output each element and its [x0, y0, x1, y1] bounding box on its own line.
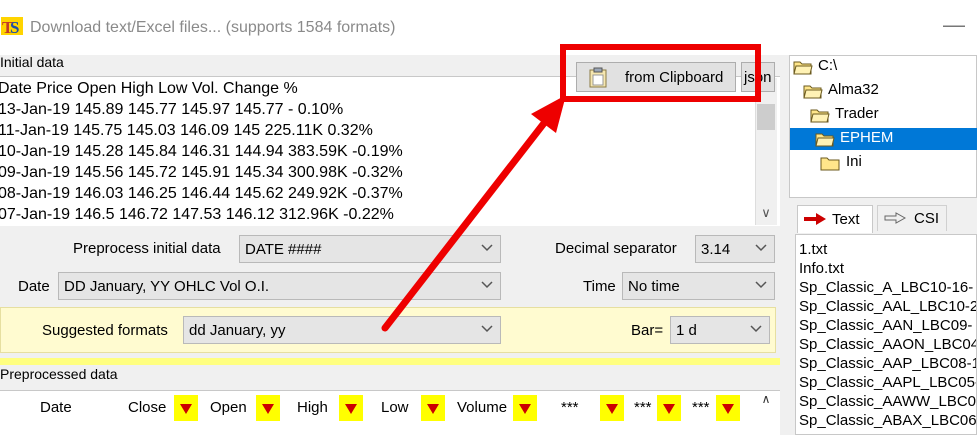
data-line: 11-Jan-19 145.75 145.03 146.09 145 225.1…: [0, 122, 373, 139]
folder-tree[interactable]: [789, 55, 977, 198]
triangle-down-icon: [663, 404, 675, 414]
file-item[interactable]: Info.txt: [799, 260, 844, 277]
file-item[interactable]: Sp_Classic_AAON_LBC04: [799, 336, 976, 353]
column-menu-open[interactable]: [256, 395, 280, 421]
folder-open-icon: [815, 133, 835, 147]
data-line: 10-Jan-19 145.28 145.84 146.31 144.94 38…: [0, 143, 403, 160]
bar-label: Bar=: [631, 322, 664, 339]
bar-period-value: 1 d: [676, 322, 697, 339]
chevron-down-icon: [481, 325, 493, 333]
date-format-value: DD January, YY OHLC Vol O.I.: [64, 278, 270, 295]
data-header-line: Date Price Open High Low Vol. Change %: [0, 80, 298, 97]
suggested-formats-value: dd January, yy: [189, 322, 286, 339]
tree-node-ephem[interactable]: EPHEM: [840, 129, 893, 146]
triangle-down-icon: [722, 404, 734, 414]
tab-text[interactable]: Text: [797, 205, 873, 233]
time-label: Time: [583, 278, 616, 295]
scroll-up-icon[interactable]: ∧: [755, 392, 777, 418]
file-item[interactable]: 1.txt: [799, 241, 827, 258]
app-logo-icon: T S: [1, 17, 23, 37]
suggested-formats-label: Suggested formats: [42, 322, 168, 339]
file-item[interactable]: Sp_Classic_A_LBC10-16-: [799, 279, 973, 296]
folder-open-icon: [793, 61, 813, 75]
arrow-right-icon: [804, 213, 826, 225]
column-header-volume[interactable]: Volume: [457, 399, 507, 416]
column-menu-extra[interactable]: [657, 395, 681, 421]
tree-node-alma32[interactable]: Alma32: [828, 81, 879, 98]
file-item[interactable]: Sp_Classic_AAL_LBC10-2: [799, 298, 976, 315]
triangle-down-icon: [262, 404, 274, 414]
chevron-down-icon: [481, 281, 493, 289]
folder-open-icon: [803, 85, 823, 99]
folder-open-icon: [810, 109, 830, 123]
column-menu-high[interactable]: [339, 395, 363, 421]
minimize-button[interactable]: —: [942, 14, 966, 38]
folder-closed-icon: [820, 157, 840, 171]
data-line: 07-Jan-19 146.5 146.72 147.53 146.12 312…: [0, 206, 394, 223]
decimal-separator-select[interactable]: 3.14: [695, 235, 775, 263]
preprocess-value: DATE ####: [245, 241, 322, 258]
time-value: No time: [628, 278, 680, 295]
chevron-down-icon: [755, 244, 767, 252]
column-menu-low[interactable]: [421, 395, 445, 421]
suggested-formats-select[interactable]: dd January, yy: [183, 316, 501, 344]
file-item[interactable]: Sp_Classic_AAWW_LBC0: [799, 393, 976, 410]
column-header-close[interactable]: Close: [128, 399, 166, 416]
file-item[interactable]: Sp_Classic_AAPL_LBC05-: [799, 374, 976, 391]
data-line: 13-Jan-19 145.89 145.77 145.97 145.77 - …: [0, 101, 344, 118]
chevron-down-icon: [481, 244, 493, 252]
triangle-down-icon: [427, 404, 439, 414]
file-item[interactable]: Sp_Classic_ABAX_LBC06: [799, 412, 976, 429]
data-line: 09-Jan-19 145.56 145.72 145.91 145.34 30…: [0, 164, 403, 181]
triangle-down-icon: [519, 404, 531, 414]
svg-text:S: S: [10, 18, 19, 37]
column-header-low[interactable]: Low: [381, 399, 409, 416]
column-menu-extra[interactable]: [600, 395, 624, 421]
splitter-bar[interactable]: [0, 358, 780, 365]
column-header-high[interactable]: High: [297, 399, 328, 416]
column-header-open[interactable]: Open: [210, 399, 247, 416]
triangle-down-icon: [345, 404, 357, 414]
column-header-extra[interactable]: ***: [634, 399, 652, 416]
bar-period-select[interactable]: 1 d: [670, 316, 770, 344]
data-line: 08-Jan-19 146.03 146.25 146.44 145.62 24…: [0, 185, 403, 202]
scrollbar-thumb[interactable]: [757, 104, 775, 130]
triangle-down-icon: [606, 404, 618, 414]
initial-data-label: Initial data: [0, 54, 64, 70]
chevron-down-icon: [755, 281, 767, 289]
file-list[interactable]: 1.txt Info.txt Sp_Classic_A_LBC10-16- Sp…: [795, 234, 977, 435]
chevron-down-icon: [750, 325, 762, 333]
arrow-right-outline-icon: [884, 212, 906, 224]
window-title: Download text/Excel files... (supports 1…: [30, 19, 396, 36]
date-label: Date: [18, 278, 50, 295]
tab-csi[interactable]: CSI: [877, 205, 947, 231]
column-header-date[interactable]: Date: [40, 399, 72, 416]
tree-node-trader[interactable]: Trader: [835, 105, 879, 122]
tree-node-drive[interactable]: C:\: [818, 57, 837, 74]
column-header-extra[interactable]: ***: [561, 399, 579, 416]
tab-text-label: Text: [832, 211, 860, 228]
triangle-down-icon: [180, 404, 192, 414]
column-menu-extra[interactable]: [716, 395, 740, 421]
column-header-extra[interactable]: ***: [692, 399, 710, 416]
time-select[interactable]: No time: [622, 272, 775, 300]
column-menu-volume[interactable]: [513, 395, 537, 421]
file-item[interactable]: Sp_Classic_AAN_LBC09-: [799, 317, 972, 334]
highlight-box: [560, 44, 761, 102]
date-format-select[interactable]: DD January, YY OHLC Vol O.I.: [58, 272, 501, 300]
decimal-separator-value: 3.14: [701, 241, 731, 258]
preprocessed-data-label: Preprocessed data: [0, 366, 118, 382]
scroll-down-icon[interactable]: ∨: [757, 205, 775, 221]
preprocess-select[interactable]: DATE ####: [239, 235, 501, 263]
decimal-separator-label: Decimal separator: [555, 240, 677, 257]
file-item[interactable]: Sp_Classic_AAP_LBC08-1: [799, 355, 976, 372]
tree-node-ini[interactable]: Ini: [846, 153, 862, 170]
tab-csi-label: CSI: [914, 210, 940, 227]
column-menu-close[interactable]: [174, 395, 198, 421]
preprocess-label: Preprocess initial data: [73, 240, 221, 257]
